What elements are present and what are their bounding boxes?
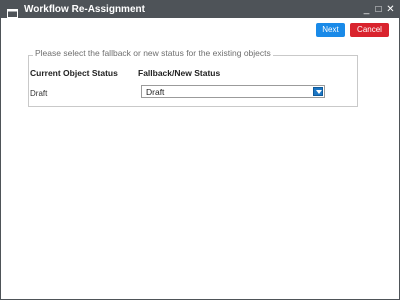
window-title: Workflow Re-Assignment (24, 4, 145, 15)
next-button[interactable]: Next (316, 23, 345, 37)
column-header-current-status: Current Object Status (30, 68, 118, 78)
dialog-window: Workflow Re-Assignment _ □ ✕ Next Cancel (0, 0, 400, 300)
current-status-value: Draft (30, 89, 48, 98)
group-legend: Please select the fallback or new status… (33, 48, 273, 59)
minimize-icon[interactable]: _ (361, 3, 372, 16)
status-selection-group (28, 55, 358, 107)
cancel-button[interactable]: Cancel (350, 23, 389, 37)
window-icon (7, 5, 18, 18)
title-bar[interactable]: Workflow Re-Assignment _ □ ✕ (1, 1, 399, 18)
maximize-icon[interactable]: □ (373, 3, 384, 16)
chevron-down-icon[interactable] (313, 87, 323, 96)
close-icon[interactable]: ✕ (385, 3, 396, 16)
column-header-fallback-status: Fallback/New Status (138, 68, 221, 78)
fallback-status-dropdown[interactable]: Draft (141, 85, 325, 98)
fallback-status-selected: Draft (146, 87, 165, 97)
